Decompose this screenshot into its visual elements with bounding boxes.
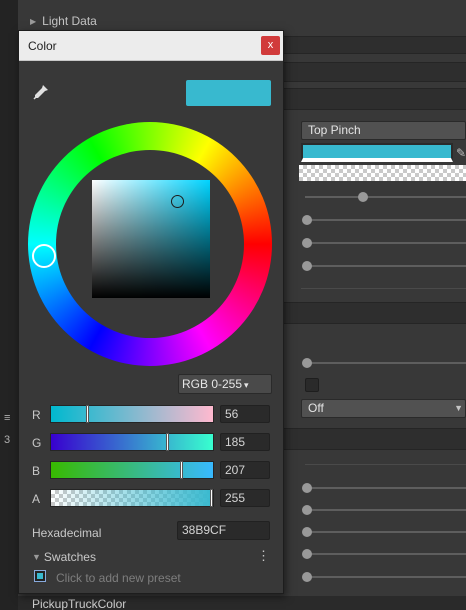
slider-handle[interactable] bbox=[302, 483, 312, 493]
hex-label: Hexadecimal bbox=[32, 526, 102, 540]
inspector-color-swatch[interactable] bbox=[301, 143, 453, 162]
red-slider-handle[interactable] bbox=[86, 405, 89, 423]
slider-track[interactable] bbox=[305, 362, 466, 364]
slider-handle[interactable] bbox=[302, 261, 312, 271]
slider-handle[interactable] bbox=[302, 358, 312, 368]
shape-dropdown-value: Top Pinch bbox=[308, 123, 361, 137]
slider-handle[interactable] bbox=[302, 505, 312, 515]
slider-track[interactable] bbox=[305, 576, 466, 578]
color-window: Color x RGB 0-255 ▾ R 56 G 185 B 207 A 25… bbox=[18, 30, 284, 594]
green-value-field[interactable]: 185 bbox=[220, 433, 270, 451]
slider-handle[interactable] bbox=[302, 527, 312, 537]
slider-track[interactable] bbox=[305, 509, 466, 511]
swatches-foldout[interactable]: ▼ Swatches bbox=[32, 550, 96, 564]
chevron-down-icon: ▼ bbox=[454, 403, 463, 413]
light-data-label: Light Data bbox=[42, 14, 97, 28]
pickup-truck-color-field: PickupTruckColor bbox=[18, 596, 466, 610]
chevron-down-icon: ▾ bbox=[244, 380, 249, 390]
slider-track[interactable] bbox=[305, 531, 466, 533]
slider-track[interactable] bbox=[305, 553, 466, 555]
inspector-band bbox=[282, 302, 466, 324]
color-preview-swatch bbox=[186, 80, 271, 106]
red-slider[interactable] bbox=[50, 405, 214, 423]
channel-label-b: B bbox=[32, 464, 41, 478]
alpha-slider[interactable] bbox=[50, 489, 214, 507]
divider bbox=[305, 464, 466, 465]
off-dropdown-value: Off bbox=[308, 401, 324, 415]
slider-track[interactable] bbox=[305, 196, 466, 198]
red-value-field[interactable]: 56 bbox=[220, 405, 270, 423]
inspector-band bbox=[282, 62, 466, 82]
channel-label-r: R bbox=[32, 408, 41, 422]
shape-dropdown[interactable]: Top Pinch bbox=[301, 121, 466, 140]
green-slider-handle[interactable] bbox=[166, 433, 169, 451]
divider bbox=[301, 288, 466, 289]
off-dropdown[interactable]: Off ▼ bbox=[301, 399, 466, 418]
hue-cursor-handle[interactable] bbox=[32, 244, 56, 268]
green-slider[interactable] bbox=[50, 433, 214, 451]
sv-cursor-handle[interactable] bbox=[171, 195, 184, 208]
alpha-checker-strip bbox=[299, 165, 466, 181]
slider-handle[interactable] bbox=[302, 572, 312, 582]
color-mode-value: RGB 0-255 bbox=[182, 377, 243, 391]
channel-label-a: A bbox=[32, 492, 41, 506]
eyedropper-icon[interactable] bbox=[32, 83, 50, 101]
channel-label-g: G bbox=[32, 436, 42, 450]
window-titlebar[interactable]: Color x bbox=[19, 31, 283, 61]
color-mode-dropdown[interactable]: RGB 0-255 ▾ bbox=[178, 374, 272, 394]
slider-track[interactable] bbox=[305, 487, 466, 489]
window-title: Color bbox=[28, 39, 57, 53]
preset-swatch-icon[interactable] bbox=[34, 570, 46, 582]
gutter-mark-2: 3 bbox=[4, 434, 11, 446]
foldout-arrow-icon: ▼ bbox=[32, 552, 41, 562]
gutter-mark-1: ≡ bbox=[4, 412, 11, 424]
alpha-value-field[interactable]: 255 bbox=[220, 489, 270, 507]
close-glyph: x bbox=[267, 39, 274, 51]
slider-track[interactable] bbox=[305, 265, 466, 267]
blue-slider-handle[interactable] bbox=[180, 461, 183, 479]
slider-track[interactable] bbox=[305, 242, 466, 244]
slider-track[interactable] bbox=[305, 219, 466, 221]
foldout-arrow-icon: ▶ bbox=[30, 16, 37, 26]
blue-slider[interactable] bbox=[50, 461, 214, 479]
add-preset-text[interactable]: Click to add new preset bbox=[56, 571, 181, 585]
inspector-band bbox=[282, 88, 466, 110]
light-data-foldout[interactable]: ▶ Light Data bbox=[30, 11, 466, 31]
inspector-band bbox=[282, 428, 466, 450]
inspector-band bbox=[282, 36, 466, 54]
alpha-slider-handle[interactable] bbox=[210, 489, 213, 507]
left-gutter: ≡ 3 bbox=[0, 0, 18, 610]
toggle-checkbox[interactable] bbox=[305, 378, 319, 392]
kebab-menu-icon[interactable]: ⋮ bbox=[257, 548, 270, 564]
slider-handle[interactable] bbox=[302, 238, 312, 248]
close-icon[interactable]: x bbox=[261, 36, 280, 55]
blue-value-field[interactable]: 207 bbox=[220, 461, 270, 479]
slider-handle[interactable] bbox=[302, 549, 312, 559]
eyedropper-icon[interactable]: ✎ bbox=[456, 146, 466, 160]
slider-handle[interactable] bbox=[358, 192, 368, 202]
slider-handle[interactable] bbox=[302, 215, 312, 225]
saturation-value-square[interactable] bbox=[92, 180, 210, 298]
swatches-label: Swatches bbox=[43, 550, 96, 564]
hex-input[interactable]: 38B9CF bbox=[177, 521, 270, 540]
